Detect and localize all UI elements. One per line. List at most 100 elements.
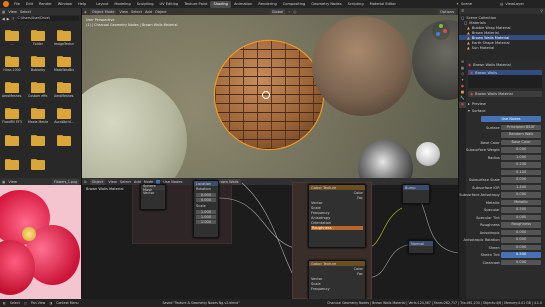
- image-editor-view-menu[interactable]: View: [8, 180, 17, 184]
- viewport-editor-icon[interactable]: ◈: [84, 10, 87, 14]
- material-slot-list[interactable]: ◉ Brown Walls: [468, 70, 542, 88]
- preview-section[interactable]: ▸ Preview: [468, 101, 542, 107]
- folder-icon[interactable]: [57, 56, 71, 67]
- prop-value[interactable]: 0.000: [501, 244, 541, 251]
- navigation-gizmo[interactable]: [432, 22, 450, 40]
- folder-icon[interactable]: [31, 108, 45, 119]
- prop-value[interactable]: 0.000: [501, 237, 541, 243]
- tab-layout[interactable]: Layout: [93, 1, 111, 8]
- view-layer-selector[interactable]: ▤ ViewLayer: [500, 1, 524, 7]
- prop-value[interactable]: 0.000: [501, 229, 541, 236]
- prop-value[interactable]: 0.500: [501, 252, 541, 258]
- folder-icon[interactable]: [5, 135, 19, 146]
- tab-rendering[interactable]: Rendering: [255, 1, 279, 8]
- folder-icon[interactable]: [57, 82, 71, 93]
- node-editor[interactable]: ⧉ Object View Select Add Node Use Nodes …: [82, 178, 458, 299]
- menu-window[interactable]: Window: [55, 1, 75, 8]
- outliner-editor-icon[interactable]: ☰: [461, 9, 464, 13]
- tab-shading[interactable]: Shading: [210, 0, 232, 8]
- material-tab-icon[interactable]: ◉: [459, 102, 466, 108]
- outliner-item[interactable]: ▲ Sun Material: [459, 45, 545, 50]
- tab-scripting[interactable]: Scripting: [345, 1, 367, 8]
- back-icon[interactable]: ◀: [2, 17, 5, 21]
- viewport-view-menu[interactable]: View: [119, 10, 128, 14]
- outliner-filter-icon[interactable]: ⚲: [540, 9, 543, 13]
- prop-value[interactable]: Roughness: [501, 222, 541, 228]
- viewport-select-menu[interactable]: Select: [131, 10, 142, 14]
- menu-file[interactable]: File: [11, 1, 23, 8]
- proportional-icon[interactable]: ◎: [293, 10, 296, 14]
- chrome-sphere-small[interactable]: [416, 142, 440, 166]
- viewport-options-button[interactable]: Options: [438, 8, 456, 15]
- prop-value[interactable]: 0.000: [501, 259, 541, 266]
- menu-edit[interactable]: Edit: [23, 1, 36, 8]
- tab-geometry-nodes[interactable]: Geometry Nodes: [308, 1, 344, 8]
- tab-modeling[interactable]: Modeling: [111, 1, 133, 8]
- z-axis-icon[interactable]: [436, 32, 440, 36]
- normal-node[interactable]: Normal: [408, 240, 434, 254]
- tab-material-editor[interactable]: Material Editor: [367, 1, 399, 8]
- tab-compositing[interactable]: Compositing: [280, 1, 309, 8]
- folder-icon[interactable]: [31, 82, 45, 93]
- folder-icon[interactable]: [5, 108, 19, 119]
- tab-texture-paint[interactable]: Texture Paint: [181, 1, 210, 8]
- folder-icon[interactable]: [5, 56, 19, 67]
- tab-animation[interactable]: Animation: [231, 1, 255, 8]
- prop-value[interactable]: 1.400: [501, 184, 541, 191]
- outliner: ☰ ⚲ ▢ Scene Collection ▢ Materials ▲ Bub…: [458, 8, 545, 60]
- material-datablock[interactable]: ◉ Brown Walls Material: [468, 91, 542, 97]
- gabor-texture-node[interactable]: Gabor Texture Color Fac Vector Scale Fre…: [308, 184, 366, 248]
- x-axis-icon[interactable]: [443, 29, 447, 33]
- folder-icon[interactable]: [31, 159, 45, 170]
- file-browser-select-menu[interactable]: Select: [20, 10, 31, 14]
- image-name-field[interactable]: Flowers_1.png: [52, 178, 79, 185]
- folder-icon[interactable]: [57, 30, 71, 41]
- image-editor-icon[interactable]: ▣: [2, 180, 5, 184]
- 3d-viewport[interactable]: ◈ Object Mode View Select Add Object Glo…: [82, 8, 458, 178]
- prop-value[interactable]: 1.000: [501, 154, 541, 161]
- prop-value[interactable]: 0.100: [501, 169, 541, 176]
- folder-icon[interactable]: [31, 56, 45, 67]
- snap-icon[interactable]: ⌁: [288, 10, 290, 14]
- use-nodes-button[interactable]: Use Nodes: [481, 116, 541, 122]
- file-browser-editor-icon[interactable]: ▦: [2, 10, 5, 14]
- prop-value[interactable]: 0.000: [501, 214, 541, 221]
- surface-section[interactable]: ▾ Surface: [468, 108, 542, 114]
- folder-icon[interactable]: [57, 108, 71, 119]
- tab-uv-editing[interactable]: UV Editing: [157, 1, 182, 8]
- viewport-add-menu[interactable]: Add: [145, 10, 152, 14]
- menu-help[interactable]: Help: [75, 1, 89, 8]
- folder-icon[interactable]: [57, 135, 71, 146]
- viewport-object-menu[interactable]: Object: [155, 10, 167, 14]
- folder-icon[interactable]: [31, 30, 45, 41]
- folder-icon[interactable]: [31, 135, 45, 146]
- y-axis-icon[interactable]: [439, 24, 443, 28]
- prop-value[interactable]: 0.200: [501, 162, 541, 168]
- folder-icon[interactable]: [5, 159, 19, 170]
- orientation-dropdown[interactable]: Global: [269, 8, 286, 15]
- folder-icon[interactable]: [5, 30, 19, 41]
- forward-icon[interactable]: ▶: [7, 17, 10, 21]
- bump-node[interactable]: Bump: [402, 184, 430, 204]
- prop-value[interactable]: 0.000: [501, 147, 541, 153]
- material-slot-item[interactable]: ◉ Brown Walls: [468, 70, 542, 75]
- prop-value[interactable]: Base Color: [501, 139, 541, 146]
- gabor-texture-node-2[interactable]: Gabor Texture Color Fac Vector Scale Fre…: [308, 260, 366, 299]
- prop-value[interactable]: Random Walk: [501, 132, 541, 138]
- path-field[interactable]: C:\Users\User\Drive\: [16, 16, 79, 21]
- prop-value[interactable]: Principled BSDF: [501, 124, 541, 131]
- folder-icon[interactable]: [5, 82, 19, 93]
- prop-value[interactable]: Metallic: [501, 199, 541, 206]
- object-mode-dropdown[interactable]: Object Mode: [89, 8, 117, 15]
- roughness-output-row[interactable]: Roughness: [311, 226, 363, 230]
- prop-value[interactable]: 0.050: [501, 177, 541, 183]
- menu-render[interactable]: Render: [36, 1, 55, 8]
- blender-logo-icon[interactable]: [3, 1, 9, 7]
- rust-sphere[interactable]: [312, 16, 412, 116]
- file-browser-view-menu[interactable]: View: [8, 10, 17, 14]
- scene-selector[interactable]: ✦ Scene: [456, 1, 472, 7]
- prop-value[interactable]: 0.500: [501, 207, 541, 213]
- prop-value[interactable]: 0.000: [501, 192, 541, 198]
- parent-directory-icon[interactable]: ↑: [12, 17, 15, 21]
- tab-sculpting[interactable]: Sculpting: [134, 1, 157, 8]
